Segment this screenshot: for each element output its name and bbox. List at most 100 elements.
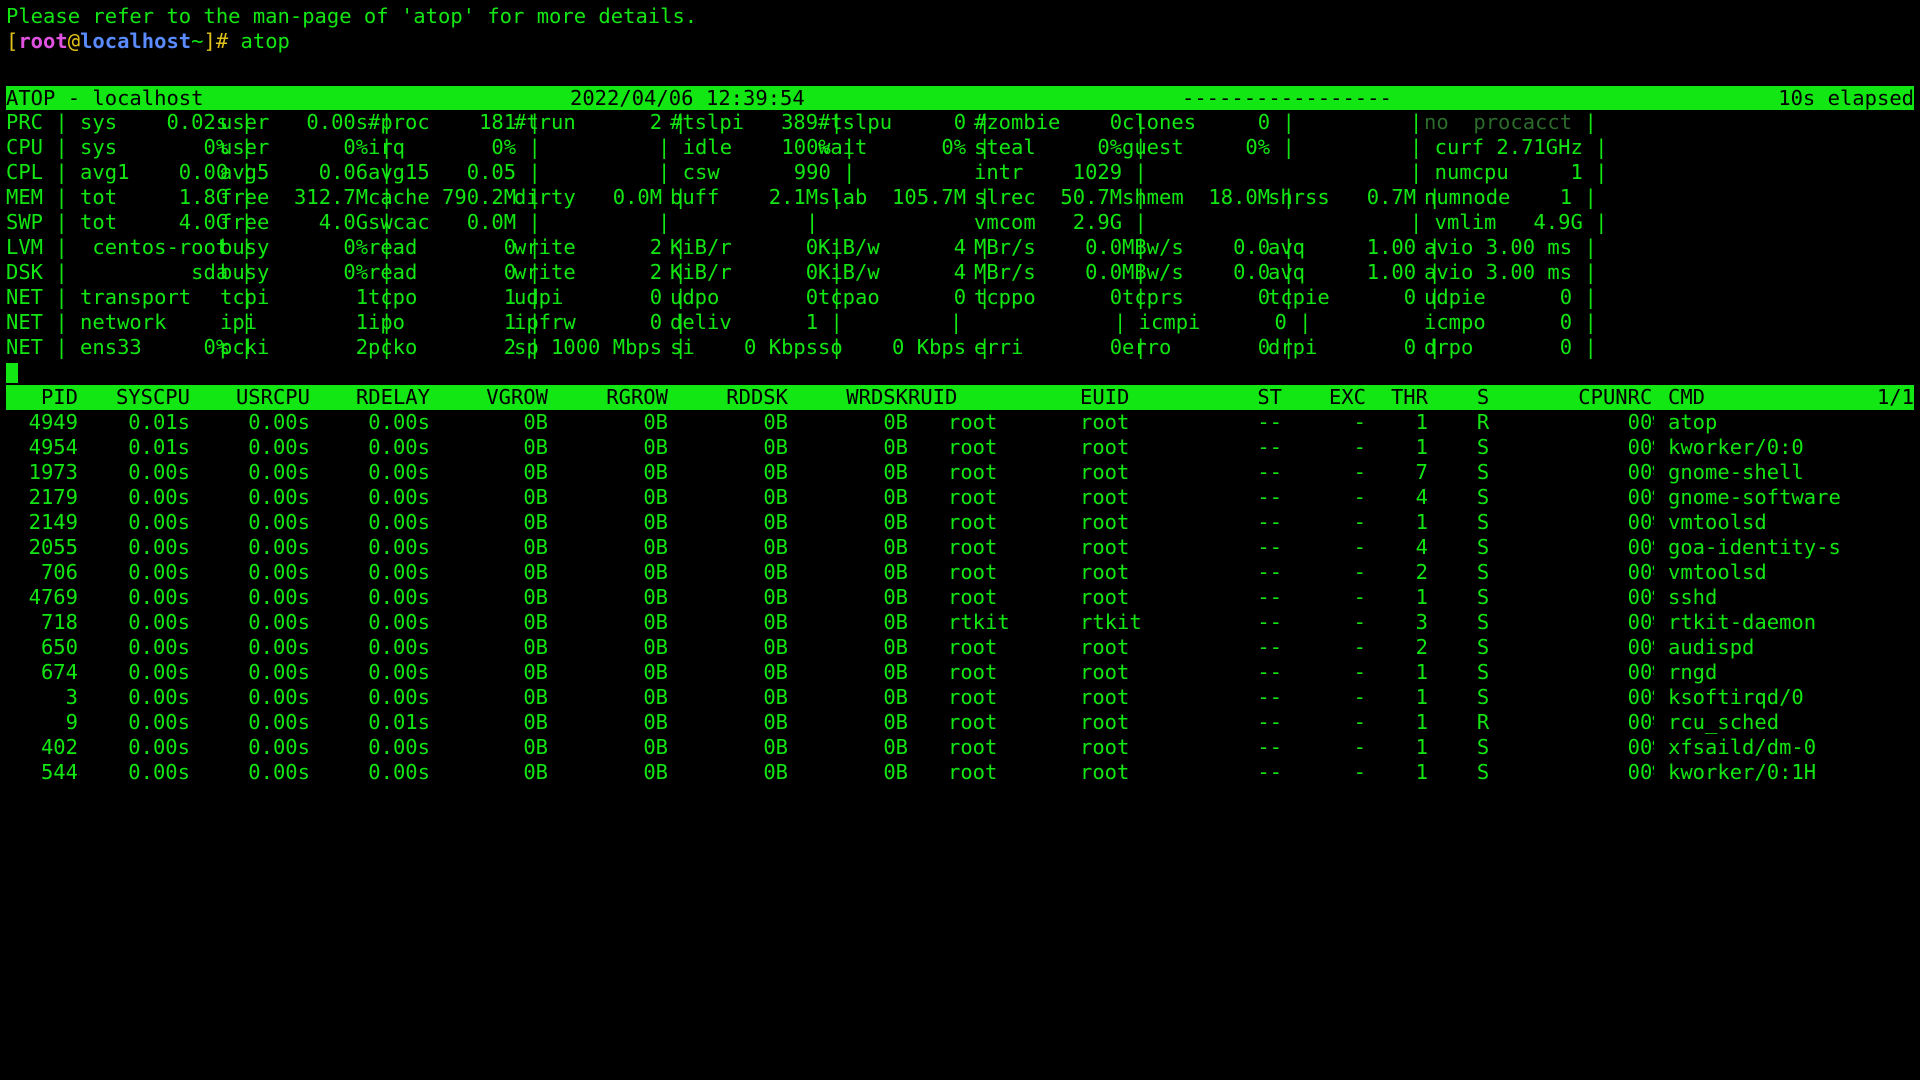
cell-usrcpu: 0.00s <box>248 685 310 709</box>
column-header-pid: PID <box>40 385 78 409</box>
cell-rddsk: 0B <box>763 435 788 459</box>
cell-vgrow: 0B <box>523 735 548 759</box>
cell-euid: root <box>1080 510 1130 534</box>
stat-cell: MBr/s 0.0 | <box>974 260 1147 284</box>
stat-cell: vmcom 2.9G | <box>974 210 1147 234</box>
cell-state: S <box>1476 560 1490 584</box>
stat-cell: ipfrw 0 | <box>514 310 687 334</box>
cell-euid: root <box>1080 760 1130 784</box>
stat-cell: slrec 50.7M | <box>974 185 1147 209</box>
cell-state: S <box>1476 760 1490 784</box>
table-row[interactable]: 402 0.00s 0.00s 0.00s 0B 0B 0B 0B root root -- -1 S 0… <box>6 735 1914 760</box>
stat-cell: clones 0 | <box>1122 110 1295 134</box>
cell-ruid: root <box>948 510 998 534</box>
cell-exc: - <box>1353 585 1366 609</box>
cell-cpu: 0% <box>1640 585 1654 609</box>
stat-cell: free 4.0G | <box>220 210 393 234</box>
stat-cell: | vmlim 4.9G | <box>1410 210 1608 234</box>
stat-cell: #tslpi 389 | <box>670 110 843 134</box>
cell-cmd: xfsaild/dm-0 <box>1668 735 1817 759</box>
stat-cell: write 2 | <box>514 235 687 259</box>
cell-pid: 402 <box>40 735 78 759</box>
cell-exc: - <box>1353 460 1366 484</box>
cell-rdelay: 0.00s <box>368 435 430 459</box>
stat-cell: avq 1.00 | <box>1268 235 1441 259</box>
cell-cpunr: 0 <box>1627 760 1640 784</box>
cell-thr: 1 <box>1415 435 1428 459</box>
cell-thr: 1 <box>1415 410 1428 434</box>
cell-thr: 1 <box>1415 585 1428 609</box>
cell-ruid: rtkit <box>948 610 1010 634</box>
cell-st: -- <box>1257 410 1282 434</box>
cell-state: S <box>1476 660 1490 684</box>
table-row[interactable]: 4949 0.01s 0.00s 0.00s 0B 0B 0B 0B root root -- -1 R… <box>6 410 1914 435</box>
table-row[interactable]: 90.00s0.00s0.01s0B0B0B0Brootroot---1R00%… <box>6 710 1914 735</box>
stat-cell: busy 0% | <box>220 235 393 259</box>
cell-thr: 1 <box>1415 660 1428 684</box>
cell-cpunr: 0 <box>1627 510 1640 534</box>
cell-rddsk: 0B <box>763 460 788 484</box>
cell-euid: root <box>1080 635 1130 659</box>
cell-usrcpu: 0.00s <box>248 735 310 759</box>
stat-cell: DSK | sda | <box>6 260 253 284</box>
cell-usrcpu: 0.00s <box>248 635 310 659</box>
stat-cell: avio 3.00 ms | <box>1424 260 1597 284</box>
stat-cell: shrss 0.7M | <box>1268 185 1441 209</box>
stat-row-lvm: LVM | centos-root | busy 0% | read 0 | writ… <box>6 235 1914 260</box>
table-row[interactable]: 4769 0.00s 0.00s 0.00s 0B 0B 0B 0B root root -- -1 S… <box>6 585 1914 610</box>
cell-state: S <box>1476 635 1490 659</box>
cell-rgrow: 0B <box>643 585 668 609</box>
cell-wrdsk: 0B <box>883 710 908 734</box>
cell-pid: 2179 <box>28 485 78 509</box>
cell-rdelay: 0.00s <box>368 460 430 484</box>
cell-vgrow: 0B <box>523 410 548 434</box>
table-row[interactable]: 544 0.00s 0.00s 0.00s 0B 0B 0B 0B root root -- -1 S 0… <box>6 760 1914 785</box>
cell-cmd: kworker/0:0 <box>1668 435 1804 459</box>
table-row[interactable]: 30.00s0.00s0.00s0B0B0B0Brootroot---1S00%… <box>6 685 1914 710</box>
cell-rddsk: 0B <box>763 710 788 734</box>
cell-cpu: 0% <box>1640 410 1654 434</box>
stat-cell: KiB/w 4 | <box>818 235 991 259</box>
cell-cpu: 0% <box>1640 435 1654 459</box>
stat-cell: udpo 0 | <box>670 285 843 309</box>
cell-pid: 718 <box>40 610 78 634</box>
stat-cell: si 0 Kbps | <box>670 335 843 359</box>
table-row[interactable]: 2149 0.00s 0.00s 0.00s 0B 0B 0B 0B root root -- -1 S… <box>6 510 1914 535</box>
cell-syscpu: 0.00s <box>128 510 190 534</box>
cell-rddsk: 0B <box>763 760 788 784</box>
stat-row-dsk: DSK | sda | busy 0% | read 0 | write 2 | KiB… <box>6 260 1914 285</box>
cell-cmd: kworker/0:1H <box>1668 760 1817 784</box>
cell-ruid: root <box>948 560 998 584</box>
cell-rdelay: 0.00s <box>368 410 430 434</box>
table-row[interactable]: 2179 0.00s 0.00s 0.00s 0B 0B 0B 0B root root -- -4 S… <box>6 485 1914 510</box>
cell-cmd: gnome-shell <box>1668 460 1804 484</box>
terminal-window[interactable]: Please refer to the man-page of 'atop' f… <box>6 4 1914 785</box>
stat-cell: sp 1000 Mbps | <box>514 335 687 359</box>
cell-euid: root <box>1080 585 1130 609</box>
cell-cpunr: 0 <box>1627 660 1640 684</box>
table-row[interactable]: 718 0.00s 0.00s 0.00s 0B 0B 0B 0B rtkit rtkit -- -3… <box>6 610 1914 635</box>
cell-rddsk: 0B <box>763 485 788 509</box>
cell-exc: - <box>1353 735 1366 759</box>
cell-wrdsk: 0B <box>883 760 908 784</box>
table-row[interactable]: 650 0.00s 0.00s 0.00s 0B 0B 0B 0B root root -- -2 S 0… <box>6 635 1914 660</box>
stat-cell: | curf 2.71GHz | <box>1410 135 1608 159</box>
page-indicator: 1/1 <box>1876 385 1914 409</box>
cell-syscpu: 0.00s <box>128 535 190 559</box>
stat-cell: free 312.7M | <box>220 185 393 209</box>
stat-row-net1: NET | transport | tcpi 1 | tcpo 1 | udpi 0 … <box>6 285 1914 310</box>
table-row[interactable]: 2055 0.00s 0.00s 0.00s 0B 0B 0B 0B root root -- -4 S… <box>6 535 1914 560</box>
cell-pid: 3 <box>65 685 78 709</box>
column-header-label: CMD <box>1668 385 1706 409</box>
cell-syscpu: 0.00s <box>128 585 190 609</box>
cell-rddsk: 0B <box>763 660 788 684</box>
table-row[interactable]: 706 0.00s 0.00s 0.00s 0B 0B 0B 0B root root -- -2 S 0… <box>6 560 1914 585</box>
cell-euid: root <box>1080 410 1130 434</box>
table-row[interactable]: 1973 0.00s 0.00s 0.00s 0B 0B 0B 0B root root -- -7 S… <box>6 460 1914 485</box>
stat-cell: drpi 0 | <box>1268 335 1441 359</box>
table-row[interactable]: 4954 0.01s 0.00s 0.00s 0B 0B 0B 0B root root -- -1 S… <box>6 435 1914 460</box>
stat-cell: avg15 0.05 | <box>368 160 541 184</box>
stat-cell: no procacct | <box>1424 110 1597 134</box>
cell-cmd: ksoftirqd/0 <box>1668 685 1804 709</box>
table-row[interactable]: 674 0.00s 0.00s 0.00s 0B 0B 0B 0B root root -- -1 S 0… <box>6 660 1914 685</box>
